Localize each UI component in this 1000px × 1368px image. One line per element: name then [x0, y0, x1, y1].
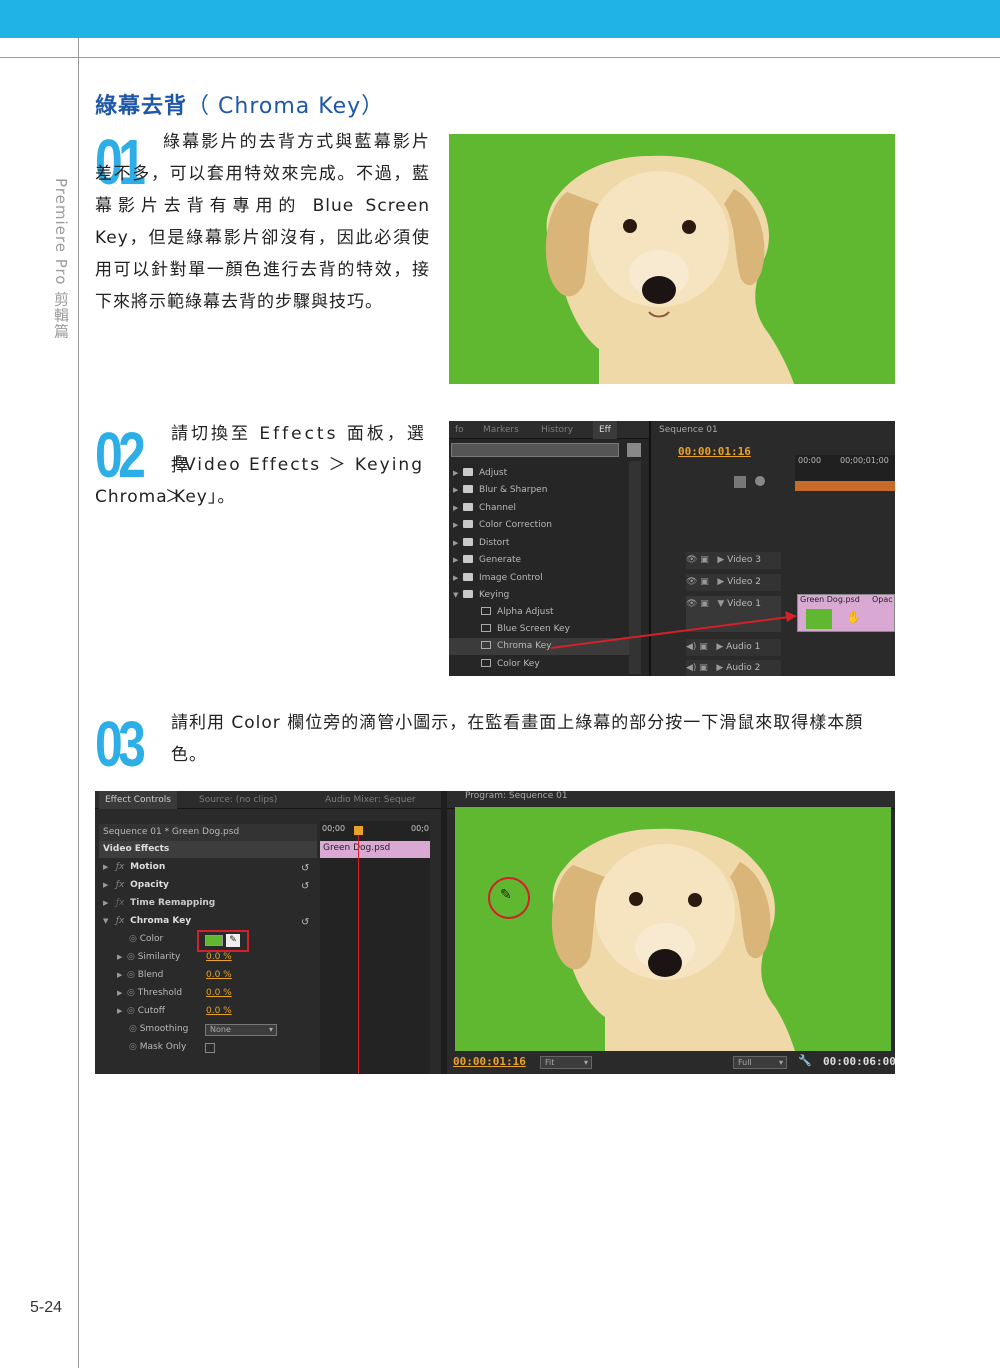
ec-similarity-value[interactable]: 0.0 % — [206, 949, 232, 966]
effects-panel-screenshot: fo Markers History Eff ▶ Adjust ▶ Blur & S… — [449, 421, 895, 676]
step-03-text: 請利用 Color 欄位旁的滴管小圖示，在監看畫面上綠幕的部分按一下滑鼠來取得樣… — [171, 713, 864, 765]
tab-source[interactable]: Source: (no clips) — [193, 791, 283, 809]
ec-ruler-start: 00;00 — [322, 824, 346, 833]
mask-only-checkbox[interactable] — [205, 1043, 215, 1053]
step-01-text: 綠幕影片的去背方式與藍幕影片差不多，可以套用特效來完成。不過，藍幕影片去背有專用… — [95, 132, 430, 312]
eyedropper-cursor-icon: ✎ — [500, 887, 512, 903]
tab-effect-controls[interactable]: Effect Controls — [99, 791, 177, 809]
effect-controls-screenshot: Effect Controls Source: (no clips) Audio… — [95, 791, 895, 1074]
green-screen-dog-photo — [449, 134, 895, 384]
ec-effect-motion[interactable]: ▶ ƒx Motion — [103, 859, 165, 876]
reset-icon[interactable]: ↺ — [301, 917, 309, 928]
ec-param-threshold[interactable]: ▶ ◎ Threshold — [117, 985, 182, 1002]
ec-param-blend[interactable]: ▶ ◎ Blend — [117, 967, 163, 984]
tab-audio-mixer[interactable]: Audio Mixer: Sequer — [319, 791, 422, 809]
program-video-frame[interactable] — [455, 807, 891, 1051]
ec-threshold-value[interactable]: 0.0 % — [206, 985, 232, 1002]
ec-param-similarity[interactable]: ▶ ◎ Similarity — [117, 949, 180, 966]
ec-ruler-end: 00;0 — [411, 824, 429, 833]
program-timecode-current[interactable]: 00:00:01:16 — [453, 1055, 526, 1068]
quality-select[interactable]: Full ▾ — [733, 1056, 787, 1069]
ec-effect-opacity[interactable]: ▶ ƒx Opacity — [103, 877, 169, 894]
section-heading: 綠幕去背（ Chroma Key） — [95, 88, 384, 120]
smoothing-select[interactable]: None ▾ — [205, 1024, 277, 1036]
eyedropper-icon[interactable]: ✎ — [226, 934, 240, 947]
tab-program[interactable]: Program: Sequence 01 — [459, 791, 574, 805]
dog-illustration — [551, 828, 795, 1051]
heading-zh: 綠幕去背 — [95, 94, 188, 119]
ec-playhead-handle[interactable] — [354, 826, 363, 835]
ec-effect-chroma-key[interactable]: ▼ ƒx Chroma Key — [103, 913, 191, 930]
dog-illustration — [545, 155, 794, 384]
wrench-icon[interactable]: 🔧 — [798, 1054, 812, 1067]
margin-divider — [78, 38, 79, 1368]
ec-timeline — [320, 821, 430, 1074]
page-number: 5-24 — [30, 1299, 63, 1316]
fit-select[interactable]: Fit ▾ — [540, 1056, 592, 1069]
step-number-03: 03 — [95, 708, 146, 780]
header-divider — [0, 57, 1000, 58]
ec-param-cutoff[interactable]: ▶ ◎ Cutoff — [117, 1003, 165, 1020]
reset-icon[interactable]: ↺ — [301, 881, 309, 892]
program-timecode-duration: 00:00:06:00 — [823, 1055, 895, 1068]
ec-param-smoothing: ◎ Smoothing — [129, 1024, 189, 1034]
ec-cutoff-value[interactable]: 0.0 % — [206, 1003, 232, 1020]
drag-arrow-icon — [550, 611, 797, 649]
step-number-02: 02 — [95, 419, 146, 491]
ec-param-color: ◎ Color — [129, 934, 164, 944]
color-swatch[interactable] — [205, 935, 223, 946]
ec-playhead[interactable] — [358, 827, 359, 1074]
side-running-title: Premiere Pro 剪輯篇 — [52, 178, 70, 340]
ec-video-effects-header: Video Effects — [99, 841, 317, 858]
reset-icon[interactable]: ↺ — [301, 863, 309, 874]
ec-sequence-label[interactable]: Sequence 01 * Green Dog.psd — [99, 824, 317, 841]
step-02-line-3: Chroma Key」。 — [95, 487, 236, 507]
top-accent-bar — [0, 0, 1000, 38]
ec-effect-time-remapping[interactable]: ▶ ƒx Time Remapping — [103, 895, 215, 912]
heading-en: （ Chroma Key） — [187, 94, 385, 119]
ec-blend-value[interactable]: 0.0 % — [206, 967, 232, 984]
ec-param-mask-only: ◎ Mask Only — [129, 1042, 187, 1052]
ec-clip-label: Green Dog.psd — [323, 843, 391, 853]
